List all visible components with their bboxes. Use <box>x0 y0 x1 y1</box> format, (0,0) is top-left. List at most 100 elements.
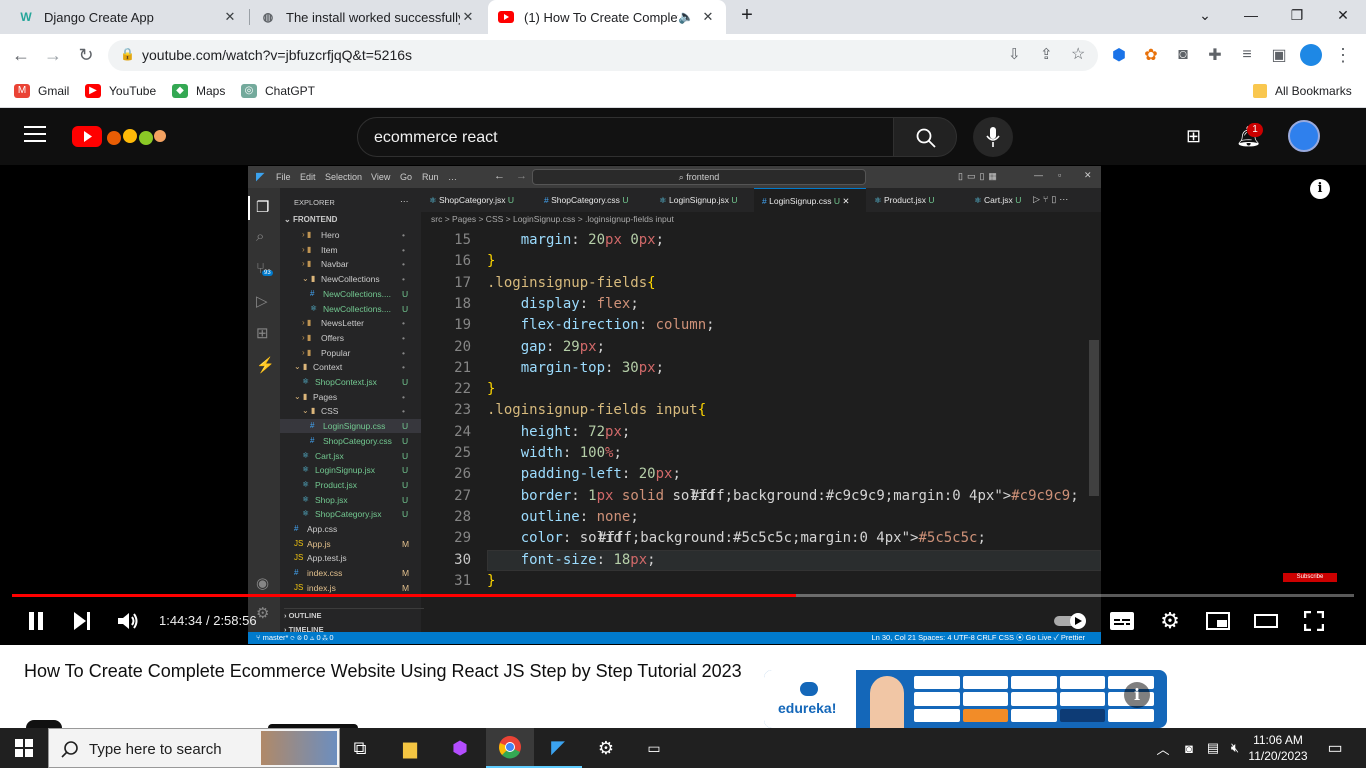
show-hidden-icons[interactable]: ︿ <box>1150 728 1176 768</box>
menu-selection[interactable]: Selection <box>325 172 362 182</box>
camera-extension-icon[interactable]: ◙ <box>1170 42 1196 68</box>
search-button[interactable] <box>893 117 957 157</box>
camera-tray-icon[interactable]: ◙ <box>1176 728 1202 768</box>
ad-banner[interactable]: edureka! i <box>764 670 1167 728</box>
youtube-logo[interactable] <box>72 124 172 150</box>
minimize-button[interactable]: — <box>1228 0 1274 30</box>
menu-edit[interactable]: Edit <box>300 172 316 182</box>
subscribe-watermark[interactable]: Subscribe <box>1283 573 1337 582</box>
tree-item[interactable]: ⌄ ▮ Context • <box>280 360 421 374</box>
install-app-icon[interactable]: ⇩ <box>1008 45 1021 63</box>
close-tab-icon[interactable]: ✕ <box>700 9 716 25</box>
tree-item[interactable]: ⚛ Shop.jsx U <box>280 493 421 507</box>
menu-view[interactable]: View <box>371 172 390 182</box>
theater-mode-icon[interactable] <box>1252 607 1280 635</box>
share-icon[interactable]: ⇪ <box>1040 45 1053 63</box>
tree-item[interactable]: › ▮ NewsLetter • <box>280 316 421 330</box>
menu-run[interactable]: Run <box>422 172 439 182</box>
browser-tab-youtube[interactable]: (1) How To Create Complete 🔈 ✕ <box>488 0 726 34</box>
status-right[interactable]: Ln 30, Col 21 Spaces: 4 UTF-8 CRLF CSS ⦿… <box>871 632 1085 644</box>
tree-item[interactable]: # LoginSignup.css U <box>280 419 421 434</box>
voice-search-button[interactable] <box>973 117 1013 157</box>
browser-tab-django[interactable]: W Django Create App ✕ <box>8 0 248 34</box>
task-view-icon[interactable]: ⧉ <box>336 728 384 768</box>
account-icon[interactable]: ◉ <box>256 574 269 592</box>
explorer-more-icon[interactable]: ⋯ <box>400 194 409 208</box>
editor-tab[interactable]: ⚛ LoginSignup.jsx U <box>651 188 754 212</box>
autoplay-toggle[interactable] <box>1054 607 1090 635</box>
terminal-taskbar-icon[interactable]: ▭ <box>630 728 678 768</box>
status-left[interactable]: ⑂ master* ⟳ ⊗ 0 ⚠ 0 ⁂ 0 <box>256 632 334 644</box>
extensions-icon[interactable]: ⊞ <box>256 324 269 342</box>
bookmark-star-icon[interactable]: ☆ <box>1071 44 1085 64</box>
tree-item[interactable]: ⚛ ShopContext.jsx U <box>280 375 421 389</box>
editor-tab[interactable]: # ShopCategory.css U <box>536 188 651 212</box>
tree-item[interactable]: ⚛ ShopCategory.jsx U <box>280 507 421 521</box>
vscode-restore-icon[interactable]: ▫ <box>1058 170 1061 180</box>
tab-search-chevron-icon[interactable]: ⌄ <box>1182 0 1228 30</box>
site-info-icon[interactable]: 🔒 <box>120 47 135 61</box>
tree-item[interactable]: ⌄ ▮ NewCollections • <box>280 272 421 286</box>
tree-item[interactable]: ⚛ Cart.jsx U <box>280 449 421 463</box>
tree-item[interactable]: # App.css <box>280 522 421 536</box>
profile-avatar[interactable] <box>1298 42 1324 68</box>
close-tab-icon[interactable]: ✕ <box>222 9 238 25</box>
nav-back-icon[interactable]: ← <box>494 170 505 182</box>
ad-info-icon[interactable]: i <box>1124 682 1150 708</box>
volume-icon[interactable] <box>114 607 144 635</box>
vscode-taskbar-icon[interactable]: ◤ <box>534 728 582 768</box>
editor-tab[interactable]: # LoginSignup.css U ✕ <box>754 188 866 212</box>
fullscreen-icon[interactable] <box>1300 607 1328 635</box>
back-icon[interactable]: ← <box>8 42 34 68</box>
command-center-search[interactable]: ⌕ frontend <box>532 169 866 185</box>
tree-item[interactable]: JS index.js M <box>280 581 421 595</box>
file-explorer-icon[interactable]: ▆ <box>386 728 434 768</box>
menu-icon[interactable] <box>24 126 46 144</box>
tree-item[interactable]: ⌄ ▮ Pages • <box>280 390 421 404</box>
channel-avatar[interactable] <box>26 720 62 728</box>
extension-icon[interactable]: ⬢ <box>1106 42 1132 68</box>
vscode-close-icon[interactable]: ✕ <box>1084 170 1092 181</box>
mute-tab-icon[interactable]: 🔈 <box>678 9 694 25</box>
editor-tab[interactable]: ⚛ Cart.jsx U <box>966 188 1026 212</box>
miniplayer-icon[interactable] <box>1204 607 1232 635</box>
outline-section[interactable]: › OUTLINE <box>284 608 424 622</box>
all-bookmarks[interactable]: All Bookmarks <box>1253 84 1352 98</box>
avatar[interactable] <box>1288 120 1320 152</box>
search-icon[interactable]: ⌕ <box>256 228 264 245</box>
editor-tab[interactable]: ⚛ Product.jsx U <box>866 188 966 212</box>
new-tab-button[interactable]: + <box>730 0 764 30</box>
tree-item[interactable]: › ▮ Hero • <box>280 228 421 242</box>
tree-item[interactable]: › ▮ Item • <box>280 243 421 257</box>
color-extension-icon[interactable]: ✿ <box>1138 42 1164 68</box>
manage-gear-icon[interactable]: ⚙ <box>256 604 269 622</box>
tree-item[interactable]: › ▮ Navbar • <box>280 257 421 271</box>
tree-item[interactable]: JS App.test.js <box>280 551 421 565</box>
close-tab-icon[interactable]: ✕ <box>842 196 849 206</box>
forward-icon[interactable]: → <box>40 42 66 68</box>
side-panel-icon[interactable]: ▣ <box>1266 42 1292 68</box>
next-button[interactable] <box>68 607 96 635</box>
chrome-menu-icon[interactable]: ⋮ <box>1330 42 1356 68</box>
settings-taskbar-icon[interactable]: ⚙ <box>582 728 630 768</box>
editor-scrollbar[interactable] <box>1089 340 1099 496</box>
clock[interactable]: 11:06 AM 11/20/2023 <box>1248 732 1308 764</box>
tree-item[interactable]: ⚛ LoginSignup.jsx U <box>280 463 421 477</box>
tree-item[interactable]: ⚛ NewCollections.... U <box>280 302 421 316</box>
run-debug-icon[interactable]: ▷ <box>256 292 268 310</box>
close-tab-icon[interactable]: ✕ <box>460 9 476 25</box>
tree-item[interactable]: ⚛ Product.jsx U <box>280 478 421 492</box>
speaker-muted-icon[interactable]: 🔇︎ <box>1222 728 1248 768</box>
bookmark-maps[interactable]: ◆ Maps <box>172 84 225 98</box>
create-video-icon[interactable]: ⊞ <box>1186 126 1201 147</box>
code-editor[interactable]: 15 margin: 20px 0px; 16} 17 .loginsignup-fi… <box>421 226 1101 636</box>
settings-gear-icon[interactable]: ⚙ <box>1156 607 1184 635</box>
info-icon[interactable]: i <box>1310 179 1330 199</box>
search-input[interactable]: ecommerce react <box>357 117 894 157</box>
editor-actions-icon[interactable]: ▷⑂▯⋯ <box>1033 194 1071 205</box>
reload-icon[interactable]: ↻ <box>73 42 99 68</box>
pause-button[interactable] <box>22 607 50 635</box>
tree-item[interactable]: # NewCollections.... U <box>280 287 421 301</box>
chrome-taskbar-icon[interactable] <box>486 728 534 768</box>
browser-tab-install[interactable]: ◍ The install worked successfully! C ✕ <box>250 0 486 34</box>
